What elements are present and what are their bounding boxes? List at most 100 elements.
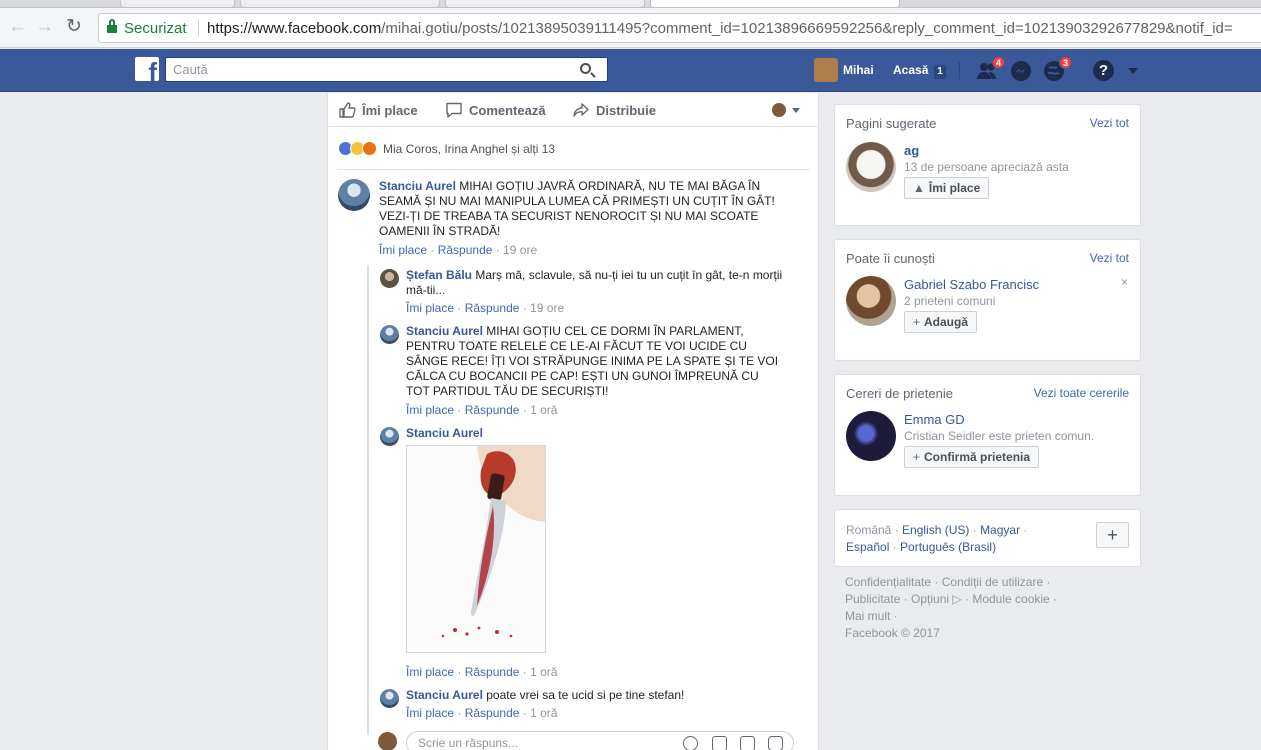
see-all-link[interactable]: Vezi tot bbox=[1090, 251, 1129, 265]
post-as-avatar[interactable] bbox=[772, 103, 786, 117]
share-button[interactable]: Distribuie bbox=[572, 101, 656, 119]
search-icon[interactable] bbox=[580, 63, 591, 74]
more-languages-button[interactable]: + bbox=[1096, 522, 1129, 548]
emoji-icon[interactable] bbox=[683, 736, 698, 750]
language-link[interactable]: Español bbox=[846, 540, 889, 554]
back-icon[interactable]: ← bbox=[8, 17, 27, 37]
comment-like-link[interactable]: Îmi place bbox=[406, 403, 454, 417]
angry-reaction-icon bbox=[362, 141, 377, 156]
reactions-names[interactable]: Mia Coros, Irina Anghel și alți 13 bbox=[383, 142, 555, 156]
commenter-avatar[interactable] bbox=[380, 325, 399, 344]
reactions-summary[interactable]: Mia Coros, Irina Anghel și alți 13 bbox=[338, 141, 555, 156]
thumbs-up-icon bbox=[339, 102, 356, 118]
comment-time[interactable]: 1 oră bbox=[530, 706, 557, 720]
person-name[interactable]: Emma GD bbox=[904, 412, 965, 427]
comment-reply-link[interactable]: Răspunde bbox=[465, 403, 520, 417]
cookies-link[interactable]: Module cookie bbox=[972, 592, 1049, 606]
user-name-link[interactable]: Mihai bbox=[843, 63, 874, 77]
notifications-badge: 3 bbox=[1059, 56, 1072, 69]
url-domain: https://www.facebook.com bbox=[207, 20, 382, 37]
more-link[interactable]: Mai mult bbox=[845, 609, 890, 623]
browser-tab[interactable] bbox=[445, 0, 645, 8]
like-page-button[interactable]: ▲ Îmi place bbox=[904, 177, 990, 199]
language-link[interactable]: Português (Brasil) bbox=[900, 540, 996, 554]
page-avatar[interactable] bbox=[846, 142, 896, 192]
comment-line: mă-tii... bbox=[406, 283, 446, 297]
gif-icon[interactable] bbox=[740, 736, 755, 750]
comment-reply-link[interactable]: Răspunde bbox=[465, 706, 520, 720]
comment-button[interactable]: Comentează bbox=[445, 101, 546, 119]
comment-like-link[interactable]: Îmi place bbox=[406, 665, 454, 679]
like-button[interactable]: Îmi place bbox=[338, 101, 418, 119]
privacy-link[interactable]: Confidențialitate bbox=[845, 575, 931, 589]
comment-photo[interactable] bbox=[406, 445, 546, 653]
comment-like-link[interactable]: Îmi place bbox=[379, 243, 427, 257]
post-as-caret-icon[interactable] bbox=[792, 108, 800, 113]
help-icon[interactable]: ? bbox=[1093, 60, 1114, 81]
person-name[interactable]: Gabriel Szabo Francisc bbox=[904, 277, 1039, 292]
comment-line: MIHAI GOȚIU CEL CE DORMI ÎN PARLAMENT, bbox=[486, 324, 744, 338]
card-title: Poate îi cunoști bbox=[846, 251, 935, 266]
see-all-link[interactable]: Vezi tot bbox=[1090, 116, 1129, 130]
reply-input[interactable] bbox=[407, 732, 667, 750]
page-footer: Confidențialitate · Condiții de utilizar… bbox=[845, 575, 1058, 640]
camera-icon[interactable] bbox=[712, 736, 727, 750]
friend-requests-icon[interactable]: 4 bbox=[976, 56, 1005, 82]
add-friend-button[interactable]: + Adaugă bbox=[904, 311, 978, 333]
language-link[interactable]: Magyar bbox=[980, 523, 1020, 537]
knife-image bbox=[441, 446, 545, 638]
comment-time[interactable]: 19 ore bbox=[530, 301, 564, 315]
post-card: Îmi place Comentează Distribuie Mia Coro… bbox=[327, 93, 819, 750]
browser-tab-strip bbox=[0, 0, 1261, 8]
languages-card: Română · English (US) · Magyar · Español… bbox=[834, 509, 1141, 567]
comment-line: PENTRU TOATE RELELE CE LE-AI FĂCUT TE VO… bbox=[406, 339, 747, 353]
forward-icon[interactable]: → bbox=[35, 17, 54, 37]
friend-requests-badge: 4 bbox=[992, 56, 1005, 69]
commenter-avatar[interactable] bbox=[380, 427, 399, 446]
comment-author[interactable]: Stanciu Aurel bbox=[406, 426, 483, 440]
browser-tab[interactable] bbox=[120, 0, 235, 8]
home-link[interactable]: Acasă bbox=[893, 63, 928, 77]
mutual-friends[interactable]: 2 prieteni comuni bbox=[904, 294, 995, 308]
language-link[interactable]: English (US) bbox=[902, 523, 969, 537]
commenter-avatar[interactable] bbox=[380, 689, 399, 708]
comment-like-link[interactable]: Îmi place bbox=[406, 301, 454, 315]
comment-text: Stanciu Aurel poate vrei sa te ucid si p… bbox=[406, 688, 806, 703]
address-bar[interactable]: Securizat https://www.facebook.com/mihai… bbox=[98, 13, 1261, 43]
url-text[interactable]: https://www.facebook.com/mihai.gotiu/pos… bbox=[207, 20, 1233, 37]
sticker-icon[interactable] bbox=[768, 736, 783, 750]
comment-time[interactable]: 19 ore bbox=[503, 243, 537, 257]
browser-tab[interactable] bbox=[240, 0, 440, 8]
confirm-friend-button[interactable]: + Confirmă prietenia bbox=[904, 446, 1040, 468]
ad-choices-link[interactable]: Opțiuni bbox=[911, 592, 949, 606]
notifications-globe-icon[interactable]: 3 bbox=[1043, 56, 1072, 82]
comment-like-link[interactable]: Îmi place bbox=[406, 706, 454, 720]
messenger-icon[interactable] bbox=[1010, 60, 1032, 82]
advertising-link[interactable]: Publicitate bbox=[845, 592, 900, 606]
commenter-avatar[interactable] bbox=[338, 179, 370, 211]
terms-link[interactable]: Condiții de utilizare bbox=[942, 575, 1043, 589]
comment-author[interactable]: Stanciu Aurel bbox=[379, 179, 456, 193]
search-input[interactable] bbox=[166, 58, 566, 81]
comment-author[interactable]: Stanciu Aurel bbox=[406, 688, 483, 702]
user-avatar[interactable] bbox=[814, 58, 838, 82]
comment-time[interactable]: 1 oră bbox=[530, 403, 557, 417]
page-name[interactable]: ag bbox=[904, 143, 919, 158]
close-icon[interactable]: × bbox=[1121, 275, 1128, 289]
comment-author[interactable]: Ștefan Bălu bbox=[406, 268, 472, 282]
person-avatar[interactable] bbox=[846, 276, 896, 326]
comment-author[interactable]: Stanciu Aurel bbox=[406, 324, 483, 338]
person-avatar[interactable] bbox=[846, 411, 896, 461]
comment-reply-link[interactable]: Răspunde bbox=[465, 665, 520, 679]
facebook-logo-icon[interactable]: f bbox=[135, 57, 159, 81]
comment-reply-link[interactable]: Răspunde bbox=[465, 301, 520, 315]
account-menu-caret-icon[interactable] bbox=[1128, 68, 1138, 74]
comment-time[interactable]: 1 oră bbox=[530, 665, 557, 679]
see-all-requests-link[interactable]: Vezi toate cererile bbox=[1034, 386, 1129, 400]
reload-icon[interactable]: ↻ bbox=[66, 17, 82, 37]
comment-line: CĂLCA CU BOCANCII PE CAP! EȘTI UN GUNOI … bbox=[406, 369, 759, 383]
comment-reply-link[interactable]: Răspunde bbox=[438, 243, 493, 257]
browser-tab-active[interactable] bbox=[650, 0, 900, 8]
commenter-avatar[interactable] bbox=[380, 269, 399, 288]
comment-bubble-icon bbox=[446, 102, 462, 118]
